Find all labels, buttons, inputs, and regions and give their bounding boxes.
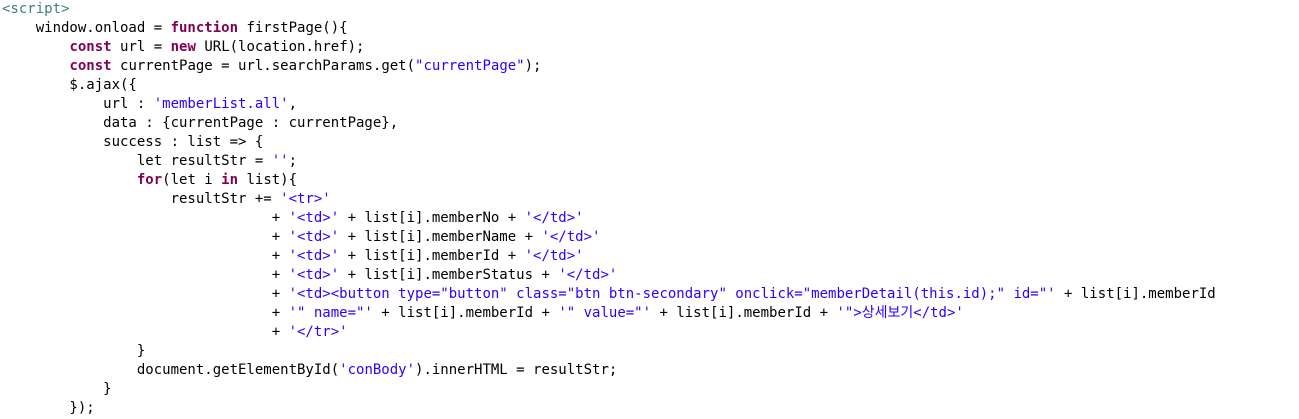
code-text-token: + xyxy=(2,305,289,321)
code-string-token: '" value="' xyxy=(558,305,652,321)
code-text-token: + list[i].memberNo + xyxy=(339,210,525,226)
code-line[interactable]: + '<td>' + list[i].memberStatus + '</td>… xyxy=(0,266,1299,285)
code-text-token: data : {currentPage : currentPage}, xyxy=(2,115,399,131)
code-area[interactable]: <script> window.onload = function firstP… xyxy=(0,0,1299,418)
code-keyword-token: const xyxy=(69,39,112,55)
code-text-token: } xyxy=(2,343,146,359)
code-string-token: '<td>' xyxy=(288,248,340,264)
code-string-token: '<tr>' xyxy=(280,191,331,207)
code-line[interactable]: data : {currentPage : currentPage}, xyxy=(0,114,1299,133)
code-line[interactable]: document.getElementById('conBody').inner… xyxy=(0,361,1299,380)
code-string-token: '' xyxy=(271,153,289,169)
code-line[interactable]: + '</tr>' xyxy=(0,323,1299,342)
code-tag-token: <script> xyxy=(2,1,70,17)
code-string-token: 'memberList.all' xyxy=(153,96,289,112)
code-line[interactable]: + '<td>' + list[i].memberId + '</td>' xyxy=(0,247,1299,266)
code-keyword-token: new xyxy=(170,39,196,55)
code-text-token: window.onload = xyxy=(2,20,171,36)
code-keyword-token: in xyxy=(221,172,239,188)
code-text-token: + xyxy=(2,229,289,245)
code-text-token: , xyxy=(288,96,298,112)
code-text-token: success : list => { xyxy=(2,134,264,150)
code-line[interactable]: + '<td>' + list[i].memberName + '</td>' xyxy=(0,228,1299,247)
code-line[interactable]: + '" name="' + list[i].memberId + '" val… xyxy=(0,304,1299,323)
code-text-token: currentPage = url.searchParams.get( xyxy=(111,58,416,74)
code-line[interactable]: } xyxy=(0,342,1299,361)
code-text-token: } xyxy=(2,381,112,397)
code-line[interactable]: const currentPage = url.searchParams.get… xyxy=(0,57,1299,76)
code-text-token: list){ xyxy=(238,172,298,188)
code-string-token: 'conBody' xyxy=(339,362,416,378)
code-string-token: '<td>' xyxy=(288,229,340,245)
code-text-token: + list[i].memberId + xyxy=(651,305,837,321)
code-text-token: + list[i].memberId xyxy=(1055,286,1216,302)
code-text-token: (let i xyxy=(162,172,222,188)
code-text-token: URL(location.href); xyxy=(195,39,365,55)
code-line[interactable]: let resultStr = ''; xyxy=(0,152,1299,171)
code-string-token: '">상세보기</td>' xyxy=(836,305,964,321)
code-line[interactable]: window.onload = function firstPage(){ xyxy=(0,19,1299,38)
code-string-token: '</td>' xyxy=(558,267,618,283)
code-text-token: ); xyxy=(524,58,542,74)
code-line[interactable]: + '<td><button type="button" class="btn … xyxy=(0,285,1299,304)
code-string-token: '</td>' xyxy=(541,229,601,245)
code-text-token: ; xyxy=(288,153,298,169)
code-line[interactable]: const url = new URL(location.href); xyxy=(0,38,1299,57)
code-line[interactable]: + '<td>' + list[i].memberNo + '</td>' xyxy=(0,209,1299,228)
code-keyword-token: const xyxy=(69,58,112,74)
code-string-token: '</td>' xyxy=(524,248,584,264)
code-line[interactable]: url : 'memberList.all', xyxy=(0,95,1299,114)
code-text-token: + xyxy=(2,267,289,283)
code-text-token: ).innerHTML = resultStr; xyxy=(415,362,618,378)
code-text-token: + xyxy=(2,324,289,340)
code-line[interactable]: $.ajax({ xyxy=(0,76,1299,95)
code-text-token: url = xyxy=(111,39,171,55)
code-text-token: + xyxy=(2,210,289,226)
code-text-token: let resultStr = xyxy=(2,153,272,169)
code-text-token: }); xyxy=(2,400,95,416)
code-line[interactable]: resultStr += '<tr>' xyxy=(0,190,1299,209)
code-string-token: '<td>' xyxy=(288,267,340,283)
code-line[interactable]: for(let i in list){ xyxy=(0,171,1299,190)
code-editor[interactable]: <script> window.onload = function firstP… xyxy=(0,0,1299,419)
code-text-token: document.getElementById( xyxy=(2,362,340,378)
code-text-token: resultStr += xyxy=(2,191,281,207)
code-text-token: + list[i].memberName + xyxy=(339,229,542,245)
code-string-token: '</tr>' xyxy=(288,324,348,340)
code-text-token: + xyxy=(2,248,289,264)
code-string-token: '</td>' xyxy=(524,210,584,226)
code-text-token: url : xyxy=(2,96,154,112)
code-text-token: + xyxy=(2,286,289,302)
code-text-token: + list[i].memberStatus + xyxy=(339,267,559,283)
code-string-token: '<td><button type="button" class="btn bt… xyxy=(288,286,1056,302)
code-line[interactable]: }); xyxy=(0,399,1299,418)
code-text-token: $.ajax({ xyxy=(2,77,137,93)
code-keyword-token: for xyxy=(136,172,163,188)
code-text-token: + list[i].memberId + xyxy=(372,305,559,321)
code-string-token: "currentPage" xyxy=(415,58,525,74)
code-text-token: firstPage(){ xyxy=(238,20,348,36)
code-string-token: '<td>' xyxy=(288,210,340,226)
code-line[interactable]: success : list => { xyxy=(0,133,1299,152)
code-line[interactable]: } xyxy=(0,380,1299,399)
code-keyword-token: function xyxy=(170,20,239,36)
code-string-token: '" name="' xyxy=(288,305,373,321)
code-text-token: + list[i].memberId + xyxy=(339,248,525,264)
code-line[interactable]: <script> xyxy=(0,0,1299,19)
